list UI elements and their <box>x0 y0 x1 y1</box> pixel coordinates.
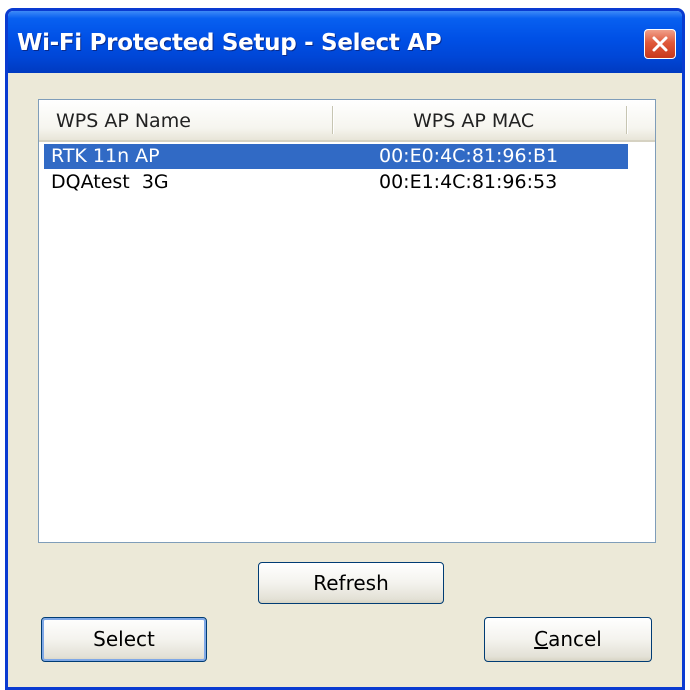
list-header: WPS AP Name WPS AP MAC <box>39 100 655 142</box>
refresh-button[interactable]: Refresh <box>258 562 444 604</box>
ap-name-cell: DQAtest 3G <box>51 171 169 193</box>
ap-list[interactable]: WPS AP Name WPS AP MAC RTK 11n AP 00:E0:… <box>38 99 656 543</box>
dialog-frame: Wi-Fi Protected Setup - Select AP WPS AP… <box>5 8 685 690</box>
ap-mac-cell: 00:E1:4C:81:96:53 <box>379 171 558 193</box>
select-button-label: Select <box>93 627 155 651</box>
list-item[interactable]: RTK 11n AP 00:E0:4C:81:96:B1 <box>44 144 628 169</box>
window-title: Wi-Fi Protected Setup - Select AP <box>17 30 442 56</box>
cancel-button-label: Cancel <box>534 627 602 651</box>
column-header-mac[interactable]: WPS AP MAC <box>413 110 534 132</box>
dialog-client-area: WPS AP Name WPS AP MAC RTK 11n AP 00:E0:… <box>8 73 682 687</box>
select-button[interactable]: Select <box>41 617 207 662</box>
dialog-window: Wi-Fi Protected Setup - Select AP WPS AP… <box>0 0 690 690</box>
ap-mac-cell: 00:E0:4C:81:96:B1 <box>379 145 559 167</box>
ap-name-cell: RTK 11n AP <box>51 145 160 167</box>
column-divider[interactable] <box>332 106 334 134</box>
title-bar[interactable]: Wi-Fi Protected Setup - Select AP <box>8 11 682 73</box>
refresh-button-label: Refresh <box>313 571 389 595</box>
close-icon <box>652 36 668 52</box>
column-divider[interactable] <box>626 106 628 134</box>
column-header-name[interactable]: WPS AP Name <box>56 110 191 132</box>
cancel-button[interactable]: Cancel <box>484 617 652 662</box>
close-button[interactable] <box>644 29 676 59</box>
list-item[interactable]: DQAtest 3G 00:E1:4C:81:96:53 <box>44 170 628 195</box>
